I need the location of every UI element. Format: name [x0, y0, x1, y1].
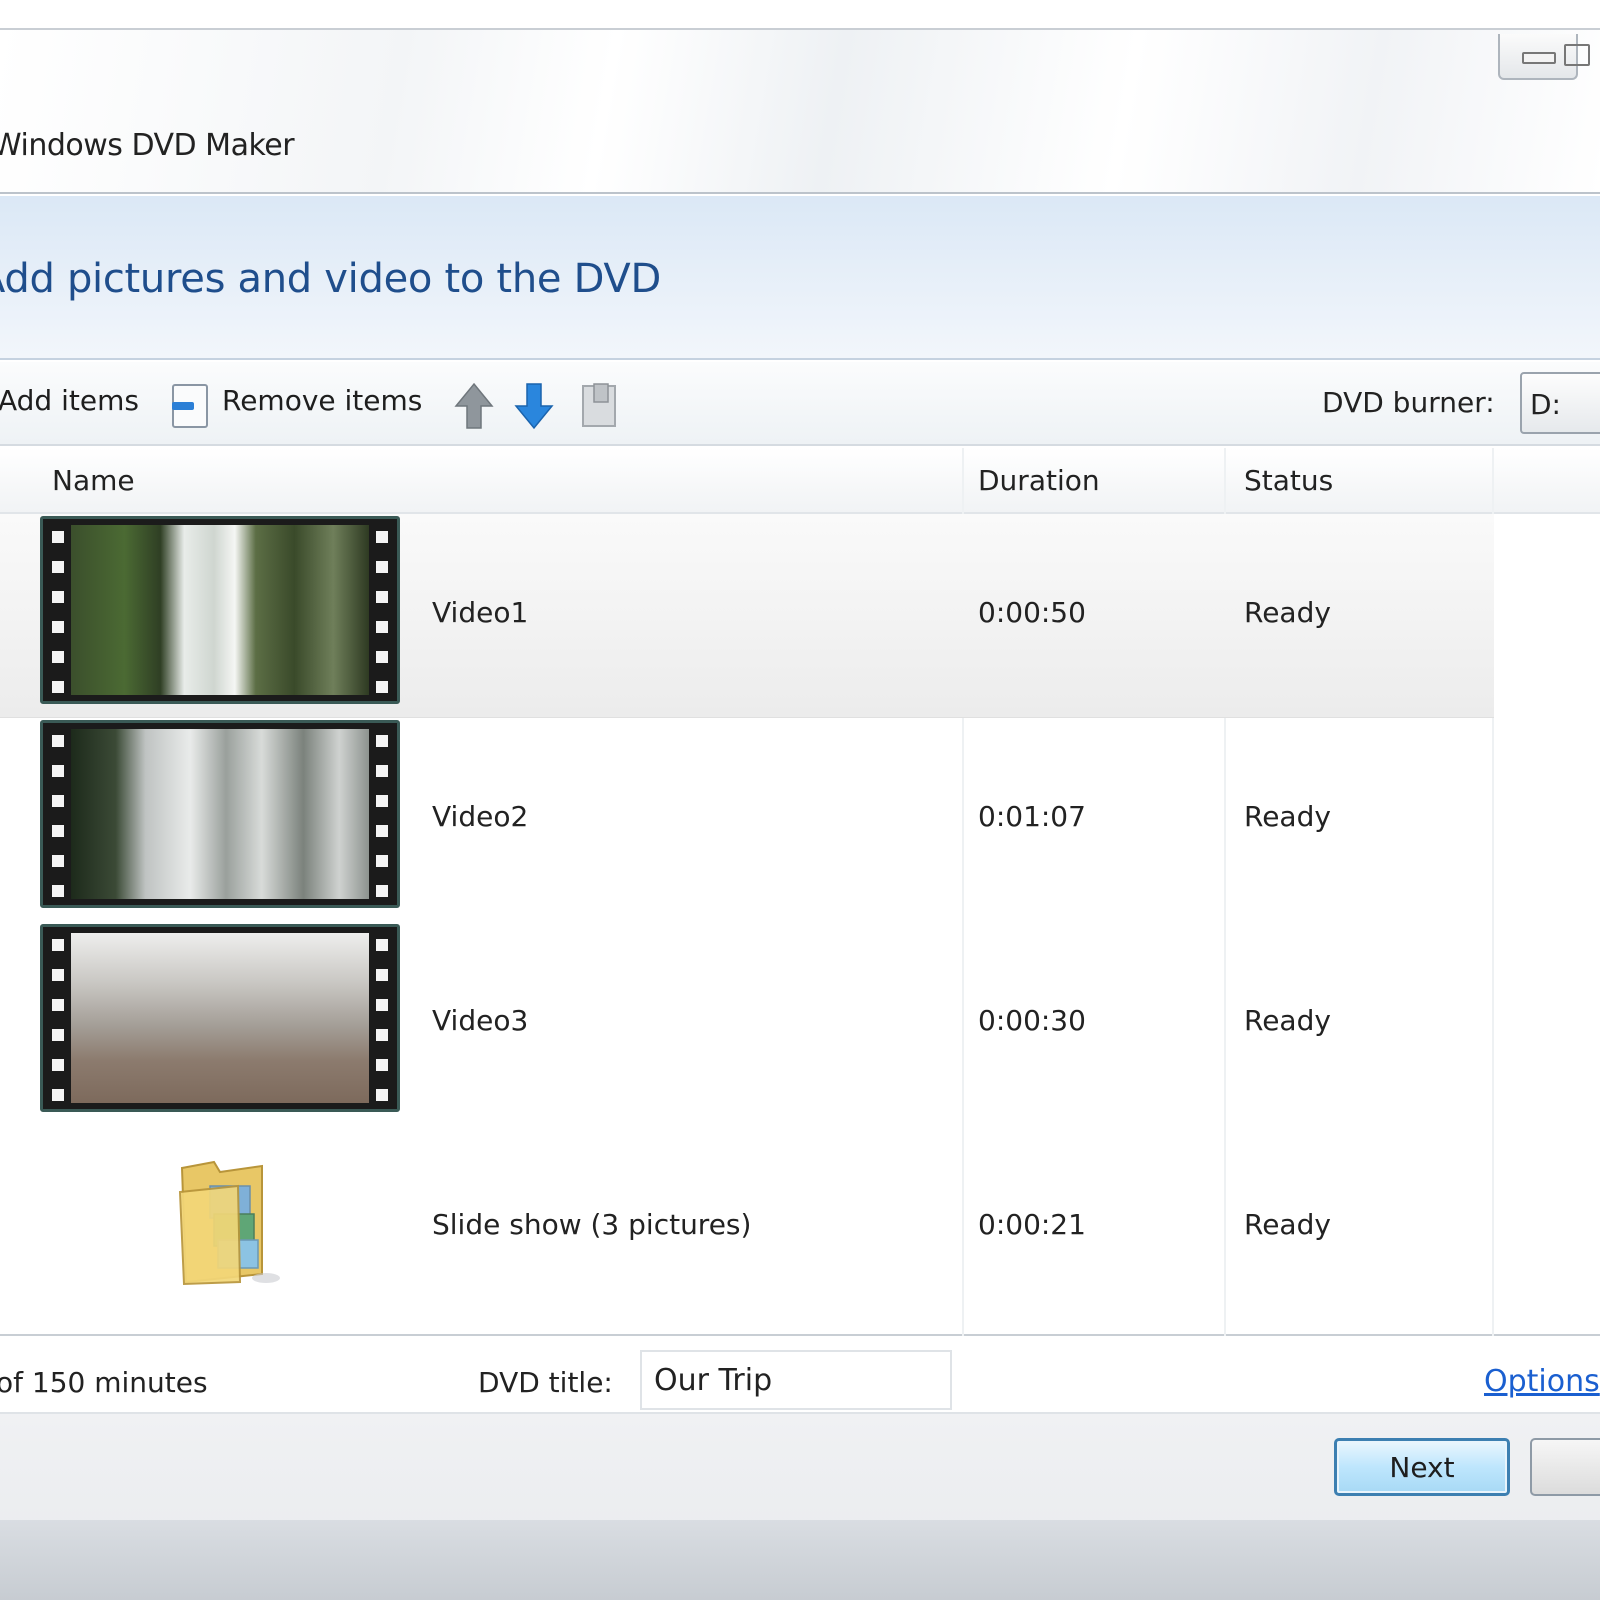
film-sprockets [45, 927, 71, 1109]
film-sprockets [369, 927, 395, 1109]
list-item[interactable]: Video2 0:01:07 Ready [0, 718, 1494, 922]
video-frame [71, 729, 369, 899]
options-link[interactable]: Options [1484, 1364, 1600, 1399]
dvd-title-input[interactable] [640, 1350, 952, 1410]
dvd-burner-select[interactable]: D: [1520, 372, 1600, 434]
page-heading: Add pictures and video to the DVD [0, 256, 661, 302]
top-strip [0, 0, 1600, 28]
film-sprockets [45, 519, 71, 701]
footer-info-bar: of 150 minutes DVD title: Options [0, 1338, 1600, 1414]
item-duration: 0:00:50 [978, 596, 1086, 629]
item-duration: 0:01:07 [978, 800, 1086, 833]
window-title: Windows DVD Maker [0, 128, 295, 163]
list-item[interactable]: Video3 0:00:30 Ready [0, 922, 1494, 1126]
minimize-button[interactable] [1498, 34, 1590, 80]
video-thumbnail [40, 720, 400, 908]
minimize-icon [1522, 52, 1556, 64]
film-sprockets [369, 519, 395, 701]
toolbar: Add items Remove items DVD burner: D: [0, 362, 1600, 446]
add-items-button[interactable]: Add items [0, 384, 139, 417]
list-item[interactable]: Slide show (3 pictures) 0:00:21 Ready [0, 1126, 1494, 1330]
document-icon[interactable] [580, 382, 620, 428]
item-name: Video2 [432, 800, 529, 833]
remove-items-icon[interactable] [172, 384, 208, 428]
header-band: Add pictures and video to the DVD [0, 196, 1600, 360]
cancel-button[interactable] [1530, 1438, 1600, 1496]
film-sprockets [369, 723, 395, 905]
remove-items-button[interactable]: Remove items [222, 384, 422, 417]
folder-icon [178, 1160, 280, 1286]
maximize-icon [1564, 44, 1590, 66]
column-status-header[interactable]: Status [1244, 464, 1333, 497]
item-status: Ready [1244, 596, 1331, 629]
list-item[interactable]: Video1 0:00:50 Ready [0, 514, 1494, 718]
window-bottom-edge [0, 1520, 1600, 1600]
column-duration-header[interactable]: Duration [978, 464, 1100, 497]
item-name: Video3 [432, 1004, 529, 1037]
film-sprockets [45, 723, 71, 905]
arrow-down-icon[interactable] [514, 382, 554, 430]
list-header: Name Duration Status [0, 448, 1600, 514]
item-duration: 0:00:30 [978, 1004, 1086, 1037]
dvd-maker-window: Windows DVD Maker Add pictures and video… [0, 0, 1600, 1600]
title-bar: Windows DVD Maker [0, 28, 1600, 194]
video-frame [71, 933, 369, 1103]
item-duration: 0:00:21 [978, 1208, 1086, 1241]
capacity-text: of 150 minutes [0, 1366, 208, 1399]
video-thumbnail [40, 924, 400, 1112]
item-status: Ready [1244, 1208, 1331, 1241]
column-name-header[interactable]: Name [52, 464, 135, 497]
video-thumbnail [40, 516, 400, 704]
dvd-title-label: DVD title: [478, 1366, 613, 1399]
video-frame [71, 525, 369, 695]
item-name: Video1 [432, 596, 529, 629]
item-name: Slide show (3 pictures) [432, 1208, 752, 1241]
item-status: Ready [1244, 1004, 1331, 1037]
item-status: Ready [1244, 800, 1331, 833]
arrow-up-icon[interactable] [454, 382, 494, 430]
window-controls [1498, 34, 1590, 80]
media-list: Name Duration Status Video1 0:00:50 Read… [0, 448, 1600, 1336]
next-button[interactable]: Next [1334, 1438, 1510, 1496]
dvd-burner-label: DVD burner: [1322, 386, 1495, 419]
